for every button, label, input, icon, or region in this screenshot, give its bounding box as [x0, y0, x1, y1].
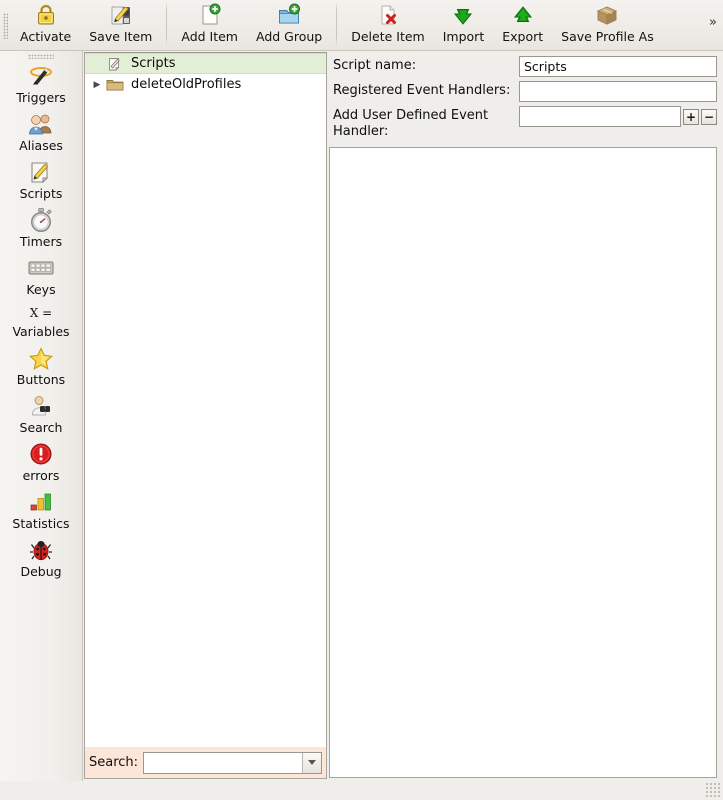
search-bar: Search:: [85, 747, 326, 778]
error-exclamation-icon: [29, 440, 53, 468]
script-details-pane: Script name: Registered Event Handlers: …: [329, 52, 723, 779]
script-name-input[interactable]: [520, 57, 716, 76]
toolbar-label-activate: Activate: [20, 29, 72, 44]
lock-icon: [35, 2, 57, 27]
folder-icon: [105, 77, 125, 93]
sidebar-label-scripts: Scripts: [19, 186, 63, 201]
stopwatch-icon: [28, 206, 54, 234]
chevron-right-icon[interactable]: ▶: [89, 80, 105, 90]
registered-handlers-field[interactable]: [519, 81, 717, 102]
toolbar-label-delete-item: Delete Item: [351, 29, 425, 44]
delete-item-icon: [377, 2, 399, 27]
tree-row-label: deleteOldProfiles: [131, 77, 242, 92]
star-icon: [28, 344, 54, 372]
sidebar-item-aliases[interactable]: Aliases: [0, 109, 82, 157]
sidebar-label-timers: Timers: [19, 234, 63, 249]
form-row-script-name: Script name:: [333, 56, 717, 77]
toolbar-button-save-item[interactable]: Save Item: [80, 0, 161, 48]
tree-row-label: Scripts: [131, 56, 176, 71]
add-group-icon: [277, 2, 301, 27]
people-icon: [27, 110, 55, 138]
ladybug-icon: [29, 536, 53, 564]
sidebar-item-timers[interactable]: Timers: [0, 205, 82, 253]
sidebar-item-search[interactable]: Search: [0, 391, 82, 439]
sidebar-label-keys: Keys: [26, 282, 56, 297]
toolbar-button-add-item[interactable]: Add Item: [172, 0, 247, 48]
add-handler-label: Add User Defined Event Handler:: [333, 108, 489, 139]
toolbar-separator-2: [336, 2, 338, 46]
sidebar-item-keys[interactable]: Keys: [0, 253, 82, 301]
toolbar-button-import[interactable]: Import: [434, 0, 494, 48]
toolbar-label-save-profile-as: Save Profile As: [561, 29, 654, 44]
registered-handlers-label: Registered Event Handlers:: [333, 83, 511, 98]
window-resize-grip[interactable]: [705, 782, 721, 798]
search-input[interactable]: [144, 752, 303, 773]
add-handler-field[interactable]: [519, 106, 681, 127]
sidebar-label-buttons: Buttons: [16, 372, 66, 387]
items-tree-panel: Scripts ▶ deleteOldProfiles Search:: [84, 52, 327, 779]
script-form: Script name: Registered Event Handlers: …: [329, 52, 723, 146]
sidebar-item-variables[interactable]: X = Variables: [0, 301, 82, 343]
sidebar-item-scripts[interactable]: Scripts: [0, 157, 82, 205]
tree-row[interactable]: ▶ deleteOldProfiles: [85, 74, 326, 95]
sidebar-drag-handle[interactable]: [0, 51, 82, 61]
script-code-editor[interactable]: [329, 147, 717, 778]
add-handler-plus-button[interactable]: +: [683, 109, 699, 125]
toolbar-label-add-item: Add Item: [181, 29, 238, 44]
sidebar-item-triggers[interactable]: Triggers: [0, 61, 82, 109]
magic-wand-icon: [27, 62, 55, 90]
sidebar-item-debug[interactable]: Debug: [0, 535, 82, 583]
sidebar-label-search: Search: [19, 420, 63, 435]
main-toolbar: Activate Save Item Add Item Add Group De…: [0, 0, 723, 51]
add-handler-minus-button[interactable]: −: [701, 109, 717, 125]
add-item-icon: [199, 2, 221, 27]
toolbar-drag-handle[interactable]: [0, 0, 11, 51]
export-up-arrow-icon: [512, 2, 534, 27]
registered-handlers-input[interactable]: [520, 82, 716, 101]
keyboard-icon: [27, 254, 55, 282]
toolbar-label-add-group: Add Group: [256, 29, 323, 44]
sidebar-label-errors: errors: [22, 468, 60, 483]
toolbar-button-activate[interactable]: Activate: [11, 0, 80, 48]
sidebar-label-debug: Debug: [20, 564, 62, 579]
bar-chart-icon: [28, 488, 54, 516]
sidebar-label-statistics: Statistics: [12, 516, 70, 531]
sidebar-item-buttons[interactable]: Buttons: [0, 343, 82, 391]
sidebar-item-errors[interactable]: errors: [0, 439, 82, 487]
toolbar-label-save-item: Save Item: [89, 29, 153, 44]
form-row-add-handler: Add User Defined Event Handler: + −: [333, 106, 717, 140]
tree-row[interactable]: Scripts: [85, 53, 326, 74]
notepad-pencil-icon: [28, 158, 54, 186]
package-box-icon: [595, 2, 619, 27]
toolbar-button-add-group[interactable]: Add Group: [247, 0, 331, 48]
script-name-label: Script name:: [333, 58, 417, 73]
save-item-icon: [109, 2, 133, 27]
sidebar-item-statistics[interactable]: Statistics: [0, 487, 82, 535]
sidebar-label-aliases: Aliases: [19, 138, 63, 153]
toolbar-label-export: Export: [502, 29, 544, 44]
search-label: Search:: [89, 755, 139, 770]
left-sidebar: Triggers Aliases Scripts Timers Keys X =…: [0, 51, 83, 781]
form-row-registered-handlers: Registered Event Handlers:: [333, 81, 717, 102]
toolbar-overflow-button[interactable]: »: [703, 0, 723, 48]
script-page-icon: [105, 56, 125, 72]
sidebar-label-variables: Variables: [12, 324, 70, 339]
toolbar-label-import: Import: [442, 29, 485, 44]
x-equals-icon: X =: [29, 306, 53, 320]
toolbar-button-delete-item[interactable]: Delete Item: [342, 0, 434, 48]
person-binoculars-icon: [28, 392, 54, 420]
toolbar-button-save-profile-as[interactable]: Save Profile As: [552, 0, 663, 48]
search-combobox[interactable]: [143, 751, 323, 774]
toolbar-separator-1: [166, 2, 168, 46]
sidebar-label-triggers: Triggers: [16, 90, 66, 105]
script-name-field[interactable]: [519, 56, 717, 77]
add-handler-input[interactable]: [520, 107, 680, 126]
import-down-arrow-icon: [452, 2, 474, 27]
search-dropdown-arrow[interactable]: [302, 752, 322, 773]
toolbar-button-export[interactable]: Export: [493, 0, 552, 48]
